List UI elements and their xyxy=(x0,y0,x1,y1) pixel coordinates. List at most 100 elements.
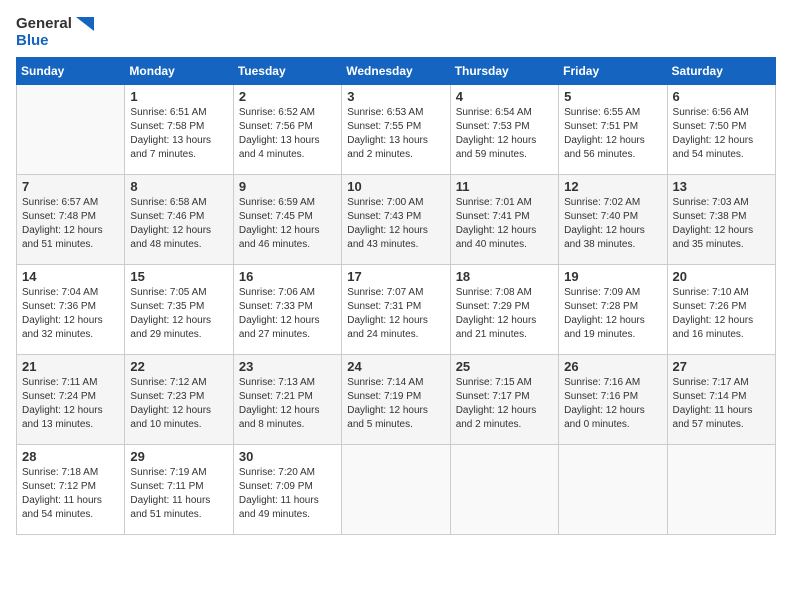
day-number: 18 xyxy=(456,269,553,284)
day-number: 16 xyxy=(239,269,336,284)
logo-text: General Blue xyxy=(16,16,94,49)
day-cell: 20 Sunrise: 7:10 AMSunset: 7:26 PMDayligh… xyxy=(667,265,775,355)
day-cell: 3 Sunrise: 6:53 AMSunset: 7:55 PMDaylight… xyxy=(342,85,450,175)
day-number: 12 xyxy=(564,179,661,194)
day-info: Sunrise: 7:07 AMSunset: 7:31 PMDaylight:… xyxy=(347,286,444,342)
day-cell: 11 Sunrise: 7:01 AMSunset: 7:41 PMDayligh… xyxy=(450,175,558,265)
page-header: General Blue xyxy=(16,16,776,49)
week-row-2: 7Sunrise: 6:57 AMSunset: 7:48 PMDaylight… xyxy=(17,175,776,265)
day-info: Sunrise: 7:16 AMSunset: 7:16 PMDaylight:… xyxy=(564,376,661,432)
day-cell: 28 Sunrise: 7:18 AMSunset: 7:12 PMDayligh… xyxy=(17,445,125,535)
day-info: Sunrise: 7:17 AMSunset: 7:14 PMDaylight:… xyxy=(673,376,770,432)
col-header-monday: Monday xyxy=(125,58,233,85)
day-cell: 6 Sunrise: 6:56 AMSunset: 7:50 PMDaylight… xyxy=(667,85,775,175)
day-cell: 13 Sunrise: 7:03 AMSunset: 7:38 PMDayligh… xyxy=(667,175,775,265)
day-number: 23 xyxy=(239,359,336,374)
day-cell: 17 Sunrise: 7:07 AMSunset: 7:31 PMDayligh… xyxy=(342,265,450,355)
day-number: 22 xyxy=(130,359,227,374)
day-info: Sunrise: 7:12 AMSunset: 7:23 PMDaylight:… xyxy=(130,376,227,432)
day-cell: 15 Sunrise: 7:05 AMSunset: 7:35 PMDayligh… xyxy=(125,265,233,355)
col-header-saturday: Saturday xyxy=(667,58,775,85)
day-number: 15 xyxy=(130,269,227,284)
day-number: 19 xyxy=(564,269,661,284)
day-info: Sunrise: 7:06 AMSunset: 7:33 PMDaylight:… xyxy=(239,286,336,342)
day-number: 26 xyxy=(564,359,661,374)
calendar-table: SundayMondayTuesdayWednesdayThursdayFrid… xyxy=(16,57,776,535)
day-info: Sunrise: 7:19 AMSunset: 7:11 PMDaylight:… xyxy=(130,466,227,522)
day-info: Sunrise: 7:05 AMSunset: 7:35 PMDaylight:… xyxy=(130,286,227,342)
logo: General Blue xyxy=(16,16,94,49)
day-info: Sunrise: 7:14 AMSunset: 7:19 PMDaylight:… xyxy=(347,376,444,432)
col-header-wednesday: Wednesday xyxy=(342,58,450,85)
day-cell xyxy=(667,445,775,535)
day-number: 28 xyxy=(22,449,119,464)
day-info: Sunrise: 7:02 AMSunset: 7:40 PMDaylight:… xyxy=(564,196,661,252)
day-info: Sunrise: 7:10 AMSunset: 7:26 PMDaylight:… xyxy=(673,286,770,342)
day-cell: 22 Sunrise: 7:12 AMSunset: 7:23 PMDayligh… xyxy=(125,355,233,445)
day-cell: 18 Sunrise: 7:08 AMSunset: 7:29 PMDayligh… xyxy=(450,265,558,355)
day-info: Sunrise: 7:08 AMSunset: 7:29 PMDaylight:… xyxy=(456,286,553,342)
day-info: Sunrise: 6:53 AMSunset: 7:55 PMDaylight:… xyxy=(347,106,444,162)
day-number: 11 xyxy=(456,179,553,194)
day-cell xyxy=(342,445,450,535)
day-number: 6 xyxy=(673,89,770,104)
day-info: Sunrise: 6:51 AMSunset: 7:58 PMDaylight:… xyxy=(130,106,227,162)
day-cell: 16 Sunrise: 7:06 AMSunset: 7:33 PMDayligh… xyxy=(233,265,341,355)
day-number: 13 xyxy=(673,179,770,194)
col-header-friday: Friday xyxy=(559,58,667,85)
day-cell: 5 Sunrise: 6:55 AMSunset: 7:51 PMDaylight… xyxy=(559,85,667,175)
day-cell: 24 Sunrise: 7:14 AMSunset: 7:19 PMDayligh… xyxy=(342,355,450,445)
day-cell: 21 Sunrise: 7:11 AMSunset: 7:24 PMDayligh… xyxy=(17,355,125,445)
header-row: SundayMondayTuesdayWednesdayThursdayFrid… xyxy=(17,58,776,85)
day-cell: 14 Sunrise: 7:04 AMSunset: 7:36 PMDayligh… xyxy=(17,265,125,355)
day-cell: 7Sunrise: 6:57 AMSunset: 7:48 PMDaylight… xyxy=(17,175,125,265)
day-info: Sunrise: 7:18 AMSunset: 7:12 PMDaylight:… xyxy=(22,466,119,522)
day-cell: 26 Sunrise: 7:16 AMSunset: 7:16 PMDayligh… xyxy=(559,355,667,445)
day-info: Sunrise: 7:03 AMSunset: 7:38 PMDaylight:… xyxy=(673,196,770,252)
day-cell: 2Sunrise: 6:52 AMSunset: 7:56 PMDaylight… xyxy=(233,85,341,175)
day-info: Sunrise: 7:15 AMSunset: 7:17 PMDaylight:… xyxy=(456,376,553,432)
day-info: Sunrise: 7:04 AMSunset: 7:36 PMDaylight:… xyxy=(22,286,119,342)
day-cell: 29 Sunrise: 7:19 AMSunset: 7:11 PMDayligh… xyxy=(125,445,233,535)
day-cell xyxy=(559,445,667,535)
day-info: Sunrise: 6:56 AMSunset: 7:50 PMDaylight:… xyxy=(673,106,770,162)
day-info: Sunrise: 7:11 AMSunset: 7:24 PMDaylight:… xyxy=(22,376,119,432)
day-number: 5 xyxy=(564,89,661,104)
day-number: 2 xyxy=(239,89,336,104)
day-info: Sunrise: 7:01 AMSunset: 7:41 PMDaylight:… xyxy=(456,196,553,252)
col-header-sunday: Sunday xyxy=(17,58,125,85)
day-info: Sunrise: 6:58 AMSunset: 7:46 PMDaylight:… xyxy=(130,196,227,252)
day-number: 9 xyxy=(239,179,336,194)
col-header-tuesday: Tuesday xyxy=(233,58,341,85)
week-row-3: 14 Sunrise: 7:04 AMSunset: 7:36 PMDayligh… xyxy=(17,265,776,355)
day-number: 24 xyxy=(347,359,444,374)
day-info: Sunrise: 7:13 AMSunset: 7:21 PMDaylight:… xyxy=(239,376,336,432)
day-cell: 4Sunrise: 6:54 AMSunset: 7:53 PMDaylight… xyxy=(450,85,558,175)
day-number: 27 xyxy=(673,359,770,374)
day-info: Sunrise: 6:55 AMSunset: 7:51 PMDaylight:… xyxy=(564,106,661,162)
day-cell: 1Sunrise: 6:51 AMSunset: 7:58 PMDaylight… xyxy=(125,85,233,175)
day-info: Sunrise: 6:57 AMSunset: 7:48 PMDaylight:… xyxy=(22,196,119,252)
col-header-thursday: Thursday xyxy=(450,58,558,85)
day-number: 3 xyxy=(347,89,444,104)
day-number: 8 xyxy=(130,179,227,194)
day-number: 17 xyxy=(347,269,444,284)
day-cell: 12 Sunrise: 7:02 AMSunset: 7:40 PMDayligh… xyxy=(559,175,667,265)
day-info: Sunrise: 7:09 AMSunset: 7:28 PMDaylight:… xyxy=(564,286,661,342)
week-row-1: 1Sunrise: 6:51 AMSunset: 7:58 PMDaylight… xyxy=(17,85,776,175)
day-number: 20 xyxy=(673,269,770,284)
day-number: 14 xyxy=(22,269,119,284)
day-number: 21 xyxy=(22,359,119,374)
day-cell: 8 Sunrise: 6:58 AMSunset: 7:46 PMDaylight… xyxy=(125,175,233,265)
week-row-4: 21 Sunrise: 7:11 AMSunset: 7:24 PMDayligh… xyxy=(17,355,776,445)
day-info: Sunrise: 7:00 AMSunset: 7:43 PMDaylight:… xyxy=(347,196,444,252)
day-number: 30 xyxy=(239,449,336,464)
day-cell: 9Sunrise: 6:59 AMSunset: 7:45 PMDaylight… xyxy=(233,175,341,265)
day-number: 4 xyxy=(456,89,553,104)
day-number: 25 xyxy=(456,359,553,374)
day-cell: 19 Sunrise: 7:09 AMSunset: 7:28 PMDayligh… xyxy=(559,265,667,355)
day-number: 29 xyxy=(130,449,227,464)
week-row-5: 28 Sunrise: 7:18 AMSunset: 7:12 PMDayligh… xyxy=(17,445,776,535)
day-cell: 10Sunrise: 7:00 AMSunset: 7:43 PMDayligh… xyxy=(342,175,450,265)
day-cell xyxy=(17,85,125,175)
